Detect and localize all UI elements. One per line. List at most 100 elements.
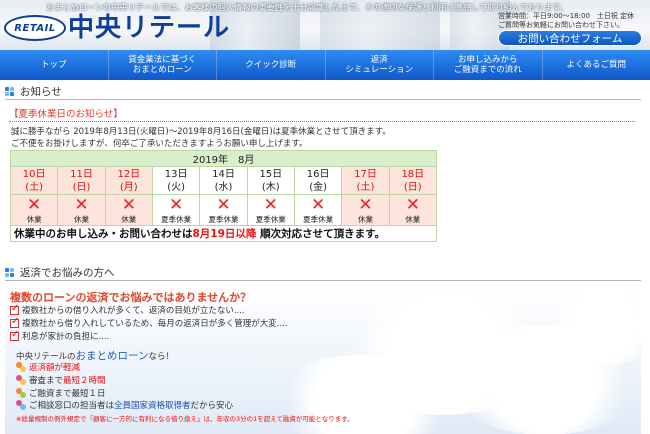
closed-x-icon: ✕ <box>311 195 326 215</box>
flower-bullet-icon <box>16 387 27 399</box>
nav-item-faq[interactable]: よくあるご質問 <box>543 50 650 80</box>
feature-item: ご融資まで最短１日 <box>16 387 106 399</box>
calendar-status: ✕ 休業 <box>104 194 153 226</box>
calendar-date: 12日 <box>117 168 141 180</box>
calendar-day: 10日 (土) <box>9 166 59 195</box>
notice-text: ご不便をお掛けしますが、何卒ご了承いただきますようお願い申し上げます。 <box>11 139 308 149</box>
calendar-weekday: (金) <box>309 181 328 193</box>
notice-section-header: お知らせ <box>5 84 641 100</box>
concern-item: 複数社からの借り入れが多くて、返済の目処が立たない.... <box>10 303 245 316</box>
calendar-status: ✕ 夏季休業 <box>151 194 201 226</box>
closed-x-icon: ✕ <box>169 195 184 215</box>
status-label: 休業 <box>26 215 42 224</box>
calendar-weekday: (日) <box>403 181 422 193</box>
nav-item-quick-diagnosis[interactable]: クイック診断 <box>217 50 326 80</box>
calendar-date: 10日 <box>22 168 46 180</box>
feature-text: 審査まで <box>29 376 64 386</box>
calendar-status: ✕ 夏季休業 <box>199 194 248 226</box>
feature-item: 返済額が軽減 <box>16 361 80 373</box>
closed-x-icon: ✕ <box>121 195 136 215</box>
calendar-weekday: (土) <box>25 181 44 193</box>
business-hours: 営業時間：平日9:00～18:00 土日祝 定休 ご質問等お気軽にお問い合わせ下… <box>498 12 648 30</box>
status-label: 休業 <box>121 215 137 224</box>
closed-x-icon: ✕ <box>216 195 231 215</box>
calendar-day: 18日 (日) <box>388 166 438 195</box>
omatome-loan-highlight: おまとめローン <box>75 350 149 362</box>
calendar-status: ✕ 夏季休業 <box>246 194 295 226</box>
logo-text[interactable]: 中央リテール <box>68 12 230 44</box>
calendar-day: 14日 (水) <box>199 166 248 195</box>
notice-text: 誠に勝手ながら 2019年8月13日(火曜日)～2019年8月16日(金曜日)は… <box>11 127 391 137</box>
calendar-date: 13日 <box>164 168 188 180</box>
calendar-status: ✕ 休業 <box>388 194 438 226</box>
repay-headline: 複数のローンの返済でお悩みではありませんか？ <box>10 291 252 304</box>
flower-bullet-icon <box>16 399 27 411</box>
site-header: おまとめローンの中央リテールでは、お客様の個人情報の重要性を十分認識した上で、そ… <box>0 0 650 50</box>
status-label: 夏季休業 <box>255 215 286 224</box>
status-label: 夏季休業 <box>161 215 192 224</box>
feature-text: だから安心 <box>190 401 234 411</box>
feature-item: 審査まで 最短２時間 <box>16 374 106 386</box>
calendar-day: 16日 (金) <box>293 166 343 195</box>
calendar-status: ✕ 休業 <box>57 194 106 226</box>
calendar-date: 17日 <box>354 168 377 180</box>
closed-x-icon: ✕ <box>405 195 420 215</box>
section-bullet-icon <box>5 86 15 97</box>
section-bullet-icon <box>5 267 15 278</box>
repay-section-header: 返済でお悩みの方へ <box>5 265 641 281</box>
calendar-status: ✕ 夏季休業 <box>293 194 343 226</box>
calendar-day: 13日 (火) <box>151 166 201 195</box>
notice-title: 【夏季休業日のお知らせ】 <box>9 108 635 122</box>
logo-badge[interactable]: RETAIL <box>4 15 66 41</box>
calendar-date: 14日 <box>212 168 235 180</box>
calendar-day: 11日 (日) <box>57 166 106 195</box>
status-label: 夏季休業 <box>208 215 239 224</box>
calendar-weekday: (木) <box>261 181 280 193</box>
header-tagline: おまとめローンの中央リテールでは、お客様の個人情報の重要性を十分認識した上で、そ… <box>46 2 568 12</box>
checkbox-icon <box>10 329 19 341</box>
footnote: ※総量規制の例外規定で「顧客に一方的に有利になる借り換え」は、年収の3分の1を超… <box>16 415 354 423</box>
calendar-status: ✕ 休業 <box>9 194 59 226</box>
calendar-month: 2019年 8月 <box>10 150 437 167</box>
contact-form-button[interactable]: お問い合わせフォーム <box>498 30 642 46</box>
status-label: 休業 <box>73 215 89 224</box>
holiday-calendar: 2019年 8月 10日 (土) 11日 (日) 12日 (月) 13日 (火) 14日 (水) 1… <box>9 150 438 242</box>
flower-bullet-icon <box>16 361 27 373</box>
nav-item-repayment-simulation[interactable]: 返済 シミュレーション <box>326 50 434 80</box>
closed-x-icon: ✕ <box>263 195 278 215</box>
calendar-date: 11日 <box>70 168 93 180</box>
calendar-date: 18日 <box>401 168 425 180</box>
calendar-date: 15日 <box>259 168 283 180</box>
feature-text: ご相談窓口の担当者は <box>29 401 115 411</box>
hours-line: 営業時間：平日9:00～18:00 土日祝 定休 <box>498 12 635 20</box>
status-label: 夏季休業 <box>303 215 334 224</box>
feature-text: 全員国家資格取得者 <box>114 401 191 411</box>
concern-item: 利息が家計の負担に.... <box>10 329 109 342</box>
feature-text: 返済額が軽減 <box>29 363 81 373</box>
section-title: 返済でお悩みの方へ <box>20 267 115 279</box>
closed-x-icon: ✕ <box>74 195 89 215</box>
flower-bullet-icon <box>16 374 27 386</box>
calendar-weekday: (火) <box>167 181 186 193</box>
calendar-weekday: (月) <box>119 181 138 193</box>
calendar-weekday: (土) <box>356 181 375 193</box>
resume-date: 8月19日以降 <box>192 228 257 240</box>
status-label: 休業 <box>405 215 421 224</box>
calendar-weekday: (水) <box>214 181 233 193</box>
closed-x-icon: ✕ <box>358 195 373 215</box>
feature-item: ご相談窓口の担当者は 全員国家資格取得者 だから安心 <box>16 399 233 411</box>
calendar-status: ✕ 休業 <box>341 194 390 226</box>
closed-x-icon: ✕ <box>27 195 42 215</box>
hours-note: ご質問等お気軽にお問い合わせ下さい。 <box>498 21 624 29</box>
feature-text: ご融資まで最短１日 <box>29 389 106 399</box>
nav-item-omatome-loan[interactable]: 貸金業法に基づく おまとめローン <box>109 50 217 80</box>
calendar-footer: 休業中のお申し込み・お問い合わせは8月19日以降 順次対応させて頂きます。 <box>10 225 437 242</box>
nav-item-top[interactable]: トップ <box>0 50 109 80</box>
checkbox-icon <box>10 316 19 328</box>
calendar-weekday: (日) <box>72 181 91 193</box>
checkbox-icon <box>10 303 19 315</box>
nav-item-application-flow[interactable]: お申し込みから ご融資までの流れ <box>434 50 543 80</box>
status-label: 休業 <box>357 215 373 224</box>
main-nav: トップ 貸金業法に基づく おまとめローン クイック診断 返済 シミュレーション … <box>0 50 650 80</box>
section-title: お知らせ <box>20 86 62 98</box>
